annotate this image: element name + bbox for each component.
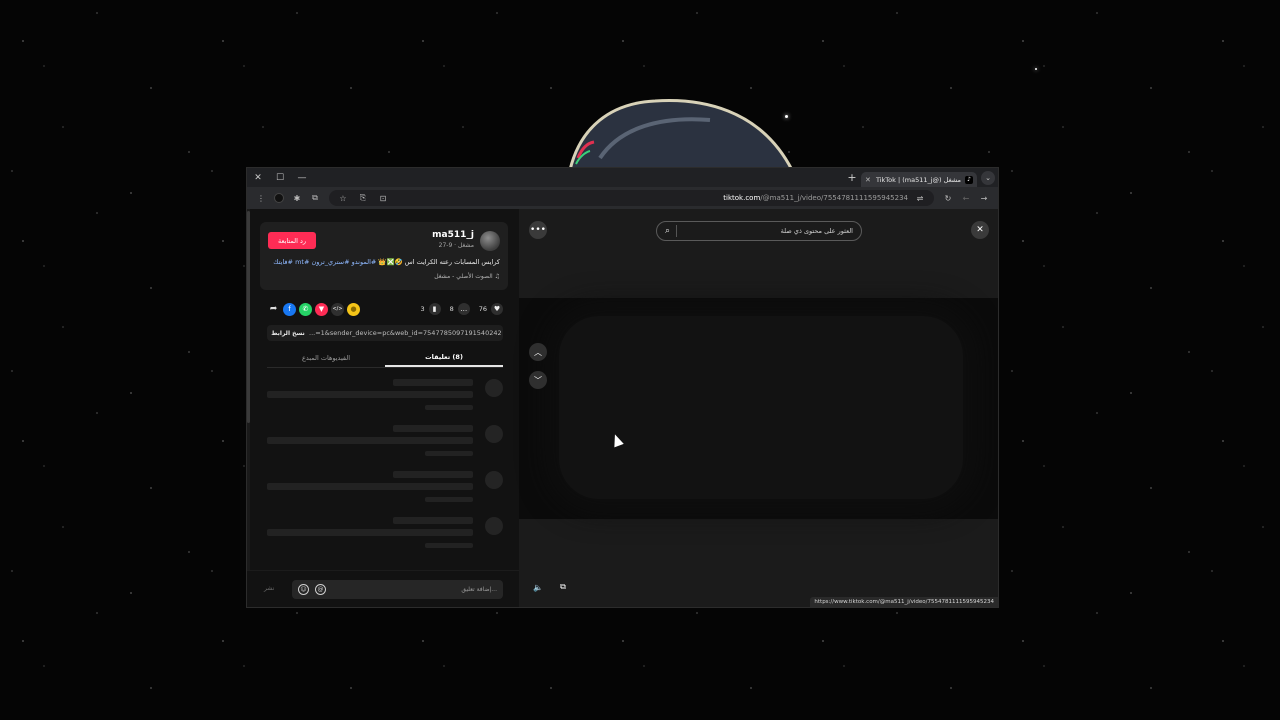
comment-input[interactable]: ☺ @ إضافة تعليق... — [292, 580, 503, 599]
scrollbar[interactable] — [247, 209, 250, 607]
like-count: 76 — [478, 305, 487, 313]
emoji-icon[interactable]: ☺ — [298, 584, 309, 595]
comment-footer: نشر ☺ @ إضافة تعليق... — [247, 570, 519, 607]
minimize-window-icon[interactable]: — — [291, 168, 313, 187]
profile-icon[interactable] — [271, 190, 287, 206]
pinterest-icon[interactable]: ▼ — [315, 302, 328, 316]
post-caption: كرايس المسابات رعته الكرايت اس 🤣❎👑 #المو… — [273, 258, 500, 266]
tab-search-menu-icon[interactable]: ⌄ — [981, 170, 995, 185]
comment-icon[interactable]: … — [457, 303, 470, 315]
heart-icon[interactable]: ♥ — [491, 303, 503, 315]
bookmark-icon[interactable]: ▮ — [428, 303, 441, 315]
close-window-icon[interactable]: ✕ — [247, 168, 269, 187]
screenshot-icon[interactable]: ⎘ — [355, 190, 371, 206]
avatar[interactable] — [480, 231, 500, 251]
reload-icon[interactable]: ↻ — [940, 190, 956, 206]
post-details-panel: ma511_j مشغل · 9-27 رد المتابعة كرايس ال… — [247, 209, 519, 607]
browser-window: ✕ ☐ — + ✕ TikTok | (ma511_j@) مشغل ♪ ⌄ ⋮… — [246, 167, 999, 608]
browser-tab[interactable]: ✕ TikTok | (ma511_j@) مشغل ♪ — [861, 172, 977, 187]
search-input[interactable]: ⌕ العثور على محتوى ذي صلة — [656, 221, 862, 241]
next-video-chevron-down-icon[interactable]: ﹀ — [529, 371, 547, 389]
tab-close-icon[interactable]: ✕ — [865, 176, 871, 184]
comment-placeholder: إضافة تعليق... — [461, 586, 497, 593]
share-arrow-icon[interactable]: ➦ — [267, 303, 280, 316]
tab-title: TikTok | (ma511_j@) مشغل — [875, 175, 961, 184]
mini-player-icon[interactable]: ⧉ — [556, 580, 570, 594]
site-settings-icon[interactable]: ⇌ — [912, 190, 928, 206]
browser-menu-icon[interactable]: ⋮ — [253, 190, 269, 206]
whatsapp-icon[interactable]: ✆ — [299, 302, 312, 316]
star — [1035, 68, 1037, 70]
post-comment-button[interactable]: نشر — [264, 585, 274, 592]
post-actions: ➦ f ✆ ▼ </> ● 3 ▮ 8 … 76 ♥ — [267, 301, 503, 317]
copy-link-button[interactable]: نسخ الرابط — [267, 325, 309, 341]
coin-icon[interactable]: ● — [347, 302, 360, 316]
title-bar: ✕ ☐ — + ✕ TikTok | (ma511_j@) مشغل ♪ ⌄ — [247, 168, 998, 187]
forward-icon[interactable]: ← — [958, 190, 974, 206]
sound-link[interactable]: ♫ الصوت الأصلي - مشغل — [434, 273, 500, 280]
share-link-text[interactable]: ...=1&sender_device=pc&web_id=7547785097… — [309, 329, 503, 337]
extensions-icon[interactable]: ✱ — [289, 190, 305, 206]
tab-creator-videos[interactable]: الفيديوهات المبدع — [267, 349, 385, 367]
maximize-window-icon[interactable]: ☐ — [269, 168, 291, 187]
panel-tabs: (8) تعليقات الفيديوهات المبدع — [267, 349, 503, 368]
comment-skeleton — [267, 515, 503, 561]
comment-count: 8 — [449, 305, 454, 313]
bookmark-star-icon[interactable]: ☆ — [335, 190, 351, 206]
post-meta: مشغل · 9-27 — [438, 242, 474, 249]
video-area: ••• ⌕ العثور على محتوى ذي صلة ✕ ︿ ﹀ 🔈 ⧉ — [519, 209, 998, 607]
share-link-row: نسخ الرابط ...=1&sender_device=pc&web_id… — [267, 325, 503, 341]
author-card: ma511_j مشغل · 9-27 رد المتابعة كرايس ال… — [260, 222, 508, 290]
embed-icon[interactable]: </> — [331, 302, 344, 316]
caption-hashtags[interactable]: #الموندو #ستري_ترون #mt #فايتك — [273, 258, 376, 266]
address-bar[interactable]: ☆ ⎘ ⊡ tiktok.com/@ma511_j/video/75547811… — [329, 190, 934, 206]
browser-toolbar: ⋮ ✱ ⧉ ☆ ⎘ ⊡ tiktok.com/@ma511_j/video/75… — [247, 187, 998, 209]
previous-video-chevron-up-icon[interactable]: ︿ — [529, 343, 547, 361]
mention-icon[interactable]: @ — [315, 584, 326, 595]
video-player[interactable] — [519, 298, 998, 519]
comment-skeleton — [267, 423, 503, 469]
username[interactable]: ma511_j — [432, 230, 474, 240]
comment-skeleton — [267, 377, 503, 423]
search-icon[interactable]: ⌕ — [665, 226, 670, 236]
tab-comments[interactable]: (8) تعليقات — [385, 349, 503, 367]
search-placeholder: العثور على محتوى ذي صلة — [780, 227, 853, 235]
close-icon[interactable]: ✕ — [971, 221, 989, 239]
comment-skeleton — [267, 469, 503, 515]
share-page-icon[interactable]: ⊡ — [375, 190, 391, 206]
save-count: 3 — [420, 305, 425, 313]
volume-icon[interactable]: 🔈 — [531, 580, 545, 594]
tab-groups-icon[interactable]: ⧉ — [307, 190, 323, 206]
new-tab-button[interactable]: + — [843, 168, 861, 187]
follow-back-button[interactable]: رد المتابعة — [268, 232, 316, 249]
more-options-icon[interactable]: ••• — [529, 221, 547, 239]
comments-loading-list — [267, 377, 503, 561]
tiktok-favicon-icon: ♪ — [965, 175, 973, 184]
wallpaper-mascot — [568, 99, 795, 172]
facebook-icon[interactable]: f — [283, 302, 296, 316]
back-icon[interactable]: → — [976, 190, 992, 206]
link-status-bar: https://www.tiktok.com/@ma511_j/video/75… — [810, 597, 998, 607]
url-text: tiktok.com/@ma511_j/video/75547811115959… — [723, 194, 908, 202]
